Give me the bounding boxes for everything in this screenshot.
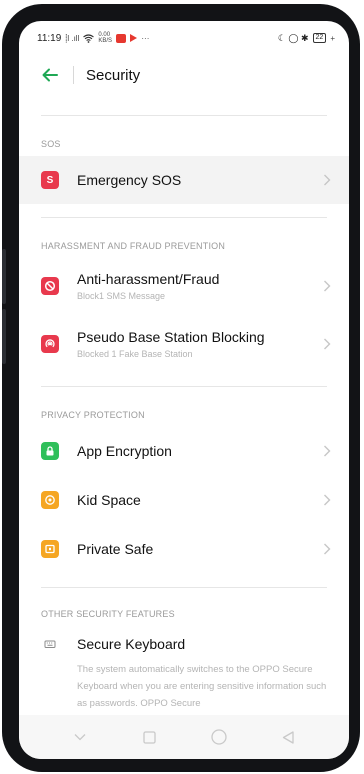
row-text: Private Safe: [77, 541, 323, 557]
list-item-secure-keyboard[interactable]: Secure Keyboard: [19, 627, 349, 661]
secure-keyboard-description: The system automatically switches to the…: [77, 664, 327, 709]
row-subtitle: Block1 SMS Message: [77, 291, 166, 301]
volume-down-button: [2, 309, 6, 364]
chevron-right-icon: [324, 174, 331, 186]
status-icons: ☾ ◯ ✱: [277, 32, 309, 43]
volume-up-button: [2, 249, 6, 304]
recents-icon[interactable]: [140, 728, 158, 746]
row-title: Kid Space: [77, 492, 141, 508]
row-text: Emergency SOS: [77, 172, 323, 188]
divider: [41, 386, 327, 387]
back-nav-icon[interactable]: [279, 728, 297, 746]
status-bar: 11:19 ⸽l .ıll 0.00 KB/S ··· ☾ ◯ ✱ 22 +: [19, 21, 349, 55]
charging-icon: +: [330, 33, 335, 43]
signal-icon: ⸽l .ıll: [65, 33, 80, 43]
section-header-privacy: PRIVACY PROTECTION: [41, 410, 145, 420]
antenna-icon: [41, 335, 59, 353]
battery-icon: 22: [312, 33, 327, 43]
divider: [41, 217, 327, 218]
kid-icon: [41, 491, 59, 509]
status-right: ☾ ◯ ✱ 22 +: [278, 33, 335, 44]
keyboard-icon: [41, 635, 59, 653]
row-text: Anti-harassment/Fraud Block1 SMS Message: [77, 271, 323, 301]
row-title: Secure Keyboard: [77, 636, 186, 652]
section-header-harassment: HARASSMENT AND FRAUD PREVENTION: [41, 241, 226, 251]
notification-badge-icon: [116, 33, 127, 43]
back-arrow-icon[interactable]: [41, 66, 59, 84]
status-left: 11:19 ⸽l .ıll 0.00 KB/S ···: [37, 32, 149, 44]
lock-icon: [41, 442, 59, 460]
row-title: Emergency SOS: [77, 172, 182, 188]
screen: 11:19 ⸽l .ıll 0.00 KB/S ··· ☾ ◯ ✱ 22 + S…: [19, 21, 349, 759]
list-item-private-safe[interactable]: Private Safe: [19, 526, 349, 572]
chevron-right-icon: [324, 445, 331, 457]
phone-frame: 11:19 ⸽l .ıll 0.00 KB/S ··· ☾ ◯ ✱ 22 + S…: [2, 4, 360, 772]
status-time: 11:19: [37, 32, 62, 44]
chevron-right-icon: [324, 280, 331, 292]
list-item-app-encryption[interactable]: App Encryption: [19, 428, 349, 474]
more-notifications-icon: ···: [141, 33, 150, 43]
play-icon: [130, 34, 138, 42]
header-divider: [73, 66, 74, 84]
net-speed: 0.00 KB/S: [98, 32, 113, 44]
row-title: App Encryption: [77, 443, 172, 459]
sos-icon: S: [41, 171, 59, 189]
section-header-other: OTHER SECURITY FEATURES: [41, 609, 175, 619]
divider: [41, 115, 327, 116]
header: Security: [19, 57, 349, 93]
row-title: Private Safe: [77, 541, 154, 557]
row-text: Kid Space: [77, 492, 323, 508]
row-title: Pseudo Base Station Blocking: [77, 329, 265, 345]
safe-icon: [41, 540, 59, 558]
list-item-kid-space[interactable]: Kid Space: [19, 477, 349, 523]
chevron-right-icon: [324, 338, 331, 350]
row-title: Anti-harassment/Fraud: [77, 271, 220, 287]
list-item-pseudo-base-station[interactable]: Pseudo Base Station Blocking Blocked 1 F…: [19, 319, 349, 369]
divider: [41, 587, 327, 588]
page-title: Security: [86, 66, 141, 84]
navigation-bar: [19, 715, 349, 759]
list-item-emergency-sos[interactable]: S Emergency SOS: [19, 156, 349, 204]
home-icon[interactable]: [210, 728, 228, 746]
row-subtitle: Blocked 1 Fake Base Station: [77, 349, 193, 359]
chevron-right-icon: [324, 494, 331, 506]
list-item-anti-harassment[interactable]: Anti-harassment/Fraud Block1 SMS Message: [19, 261, 349, 311]
section-header-sos: SOS: [41, 139, 61, 149]
block-icon: [41, 277, 59, 295]
row-text: Secure Keyboard: [77, 636, 331, 652]
wifi-icon: [83, 33, 95, 43]
chevron-right-icon: [324, 543, 331, 555]
row-text: App Encryption: [77, 443, 323, 459]
chevron-down-icon[interactable]: [71, 728, 89, 746]
row-text: Pseudo Base Station Blocking Blocked 1 F…: [77, 329, 323, 359]
